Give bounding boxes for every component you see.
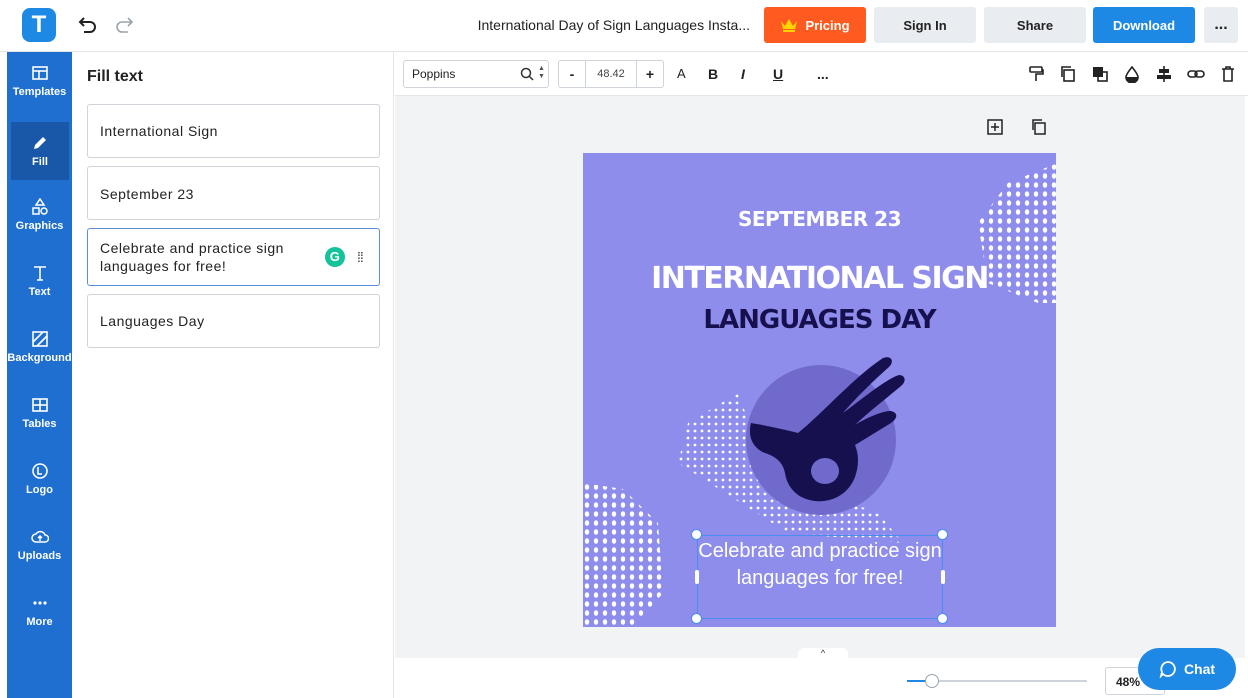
design-date-text[interactable]: SEPTEMBER 23 — [583, 207, 1056, 231]
sidebar-item-text[interactable]: Text — [7, 252, 72, 310]
sidebar-item-label: Background — [7, 352, 72, 364]
ok-hand-sign-icon[interactable] — [743, 353, 913, 513]
selection-box — [697, 535, 943, 619]
crown-icon — [781, 19, 798, 32]
duplicate-page-icon[interactable] — [1030, 118, 1048, 136]
search-icon[interactable] — [520, 67, 534, 81]
undo-icon[interactable] — [78, 14, 98, 36]
design-canvas[interactable]: SEPTEMBER 23 INTERNATIONAL SIGN LANGUAGE… — [583, 153, 1056, 627]
align-icon[interactable] — [1155, 65, 1173, 83]
panel-title: Fill text — [87, 68, 144, 85]
resize-handle-top-left[interactable] — [691, 529, 702, 540]
format-toolbar: Poppins ▲ ▼ - 48.42 + A B I U ... — [395, 52, 1248, 96]
chat-button[interactable]: Chat — [1138, 648, 1236, 690]
add-page-icon[interactable] — [986, 118, 1004, 136]
layer-order-icon[interactable] — [1091, 65, 1109, 83]
sidebar-item-label: Text — [28, 286, 51, 298]
more-options-button[interactable]: ... — [1204, 7, 1238, 43]
fill-field-text: September 23 — [100, 186, 194, 202]
background-icon — [31, 331, 48, 347]
grammarly-icon[interactable]: G — [325, 247, 345, 267]
font-family-value: Poppins — [412, 67, 456, 81]
fill-field-text: International Sign — [100, 123, 218, 139]
table-icon — [31, 398, 48, 412]
opacity-icon[interactable] — [1123, 65, 1141, 83]
resize-handle-bottom-right[interactable] — [937, 613, 948, 624]
sidebar-item-logo[interactable]: Logo — [7, 450, 72, 508]
redo-icon[interactable] — [114, 14, 134, 36]
sidebar-item-label: Fill — [32, 156, 48, 168]
font-size-input[interactable]: 48.42 — [585, 61, 637, 87]
sidebar-item-fill[interactable]: Fill — [11, 122, 69, 180]
increase-size-button[interactable]: + — [637, 61, 663, 87]
left-sidebar: Templates Fill Graphics Text Background … — [7, 52, 72, 698]
chat-label: Chat — [1183, 661, 1216, 677]
resize-handle-top-right[interactable] — [937, 529, 948, 540]
sidebar-item-label: Tables — [22, 418, 57, 430]
sidebar-item-more[interactable]: More — [7, 582, 72, 640]
spinner-icon[interactable]: ▲ ▼ — [538, 65, 545, 81]
zoom-slider-knob[interactable] — [925, 674, 939, 688]
shapes-icon — [31, 198, 48, 215]
sidebar-item-uploads[interactable]: Uploads — [7, 516, 72, 574]
pricing-label: Pricing — [805, 17, 850, 33]
sidebar-item-label: Logo — [26, 484, 53, 496]
logo-icon — [31, 463, 48, 479]
more-dots-icon — [32, 601, 47, 605]
bottom-bar: 48% — [395, 658, 1248, 698]
app-logo[interactable]: T — [22, 8, 56, 42]
text-icon — [33, 266, 46, 281]
decrease-size-button[interactable]: - — [559, 61, 585, 87]
fill-text-panel: Fill text International Sign September 2… — [72, 52, 394, 698]
sidebar-item-templates[interactable]: Templates — [7, 52, 72, 110]
fill-field-celebrate[interactable]: Celebrate and practice sign languages fo… — [87, 228, 380, 286]
dot-pattern-bottom-left — [583, 483, 663, 627]
fill-field-september[interactable]: September 23 — [87, 166, 380, 220]
fill-field-text: Celebrate and practice sign languages fo… — [100, 240, 284, 274]
duplicate-icon[interactable] — [1059, 65, 1077, 83]
text-case-button[interactable]: A — [677, 66, 686, 81]
design-title-line1[interactable]: INTERNATIONAL SIGN — [583, 261, 1056, 296]
link-icon[interactable] — [1187, 65, 1205, 83]
share-button[interactable]: Share — [984, 7, 1086, 43]
sidebar-item-label: More — [26, 616, 53, 628]
top-bar: T International Day of Sign Languages In… — [0, 0, 1248, 52]
underline-button[interactable]: U — [773, 66, 783, 82]
sidebar-item-label: Uploads — [17, 550, 62, 562]
sidebar-item-background[interactable]: Background — [7, 318, 72, 376]
resize-handle-right[interactable] — [941, 570, 945, 584]
resize-handle-bottom-left[interactable] — [691, 613, 702, 624]
drag-handle-icon[interactable]: ⁞⁞ — [357, 250, 367, 264]
resize-handle-left[interactable] — [695, 570, 699, 584]
chat-bubble-icon — [1159, 661, 1176, 678]
bold-button[interactable]: B — [708, 66, 718, 82]
trash-icon[interactable] — [1219, 65, 1237, 83]
download-button[interactable]: Download — [1093, 7, 1195, 43]
fill-field-text: Languages Day — [100, 313, 205, 329]
fill-field-international-sign[interactable]: International Sign — [87, 104, 380, 158]
design-title-line2[interactable]: LANGUAGES DAY — [583, 305, 1056, 335]
document-title[interactable]: International Day of Sign Languages Inst… — [450, 17, 750, 33]
sidebar-item-label: Graphics — [15, 220, 64, 232]
canvas-workspace: SEPTEMBER 23 INTERNATIONAL SIGN LANGUAGE… — [395, 96, 1245, 660]
format-painter-icon[interactable] — [1027, 65, 1045, 83]
font-size-stepper: - 48.42 + — [558, 60, 664, 88]
cloud-upload-icon — [30, 530, 49, 543]
sidebar-item-label: Templates — [12, 86, 67, 98]
pencil-icon — [34, 137, 46, 149]
more-format-button[interactable]: ... — [817, 66, 829, 82]
pricing-button[interactable]: Pricing — [764, 7, 866, 43]
fill-field-languages-day[interactable]: Languages Day — [87, 294, 380, 348]
templates-icon — [31, 66, 48, 80]
font-family-select[interactable]: Poppins ▲ ▼ — [403, 60, 549, 88]
sidebar-item-graphics[interactable]: Graphics — [7, 186, 72, 244]
sidebar-item-tables[interactable]: Tables — [7, 384, 72, 442]
sign-in-button[interactable]: Sign In — [874, 7, 976, 43]
italic-button[interactable]: I — [741, 66, 745, 82]
